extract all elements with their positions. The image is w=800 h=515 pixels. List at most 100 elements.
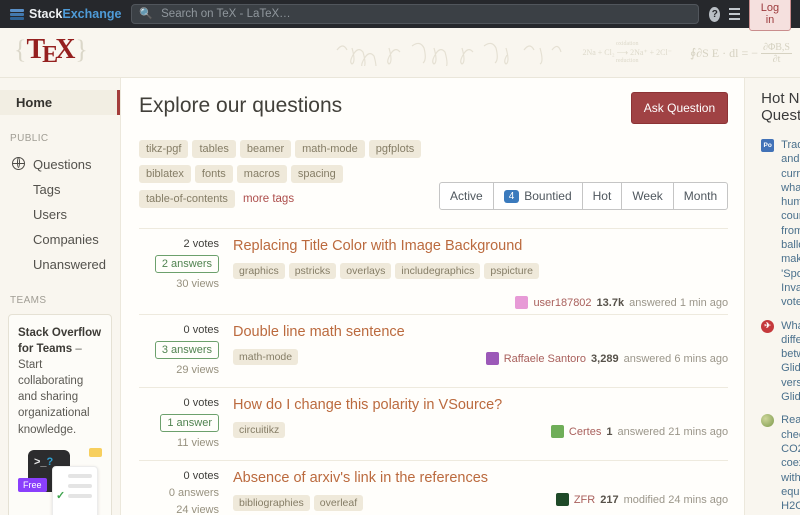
reputation: 13.7k [597,297,625,309]
site-switcher-icon[interactable] [729,8,740,21]
login-button[interactable]: Log in [749,0,791,31]
teams-card-body: – Start collaborating and sharing organi… [18,343,90,435]
question-tag[interactable]: overlays [340,263,391,279]
teams-illustration: >_? Free ✓ [18,448,102,515]
answer-count: 1 answer [160,414,219,432]
answer-count: 0 answers [169,487,219,499]
tag-filter-cloud: tikz-pgftables beamermath-modepgfplots bib… [139,139,439,214]
help-icon[interactable]: ? [709,7,720,22]
left-navigation: Home PUBLIC Questions Tags Users Compani… [0,78,120,515]
activity-time: modified 24 mins ago [624,494,729,506]
vote-count: 0 votes [184,397,219,409]
globe-icon [12,157,25,170]
more-tags-link[interactable]: more tags [243,193,294,205]
view-count: 30 views [176,278,219,290]
question-tag[interactable]: pspicture [484,263,539,279]
checklist-card-icon: ✓ [52,466,98,515]
hot-network-questions: Hot Network Questions PoTraditionally, a… [745,78,800,515]
sidebar-item-home[interactable]: Home [0,90,120,115]
sidebar-item-questions[interactable]: Questions [0,152,120,177]
answer-count: 2 answers [155,255,219,273]
politics-site-icon: Po [761,139,774,152]
avatar[interactable] [551,425,564,438]
user-link[interactable]: user187802 [533,297,591,309]
top-bar: StackExchange 🔍 ? Log in Sign up [0,0,800,28]
activity-time: answered 1 min ago [629,297,728,309]
stackexchange-logo[interactable]: StackExchange [10,7,121,21]
activity-time: answered 6 mins ago [624,353,729,365]
main-content: Explore our questions Ask Question tikz-… [120,78,745,515]
avatar[interactable] [515,296,528,309]
tab-bountied[interactable]: 4Bountied [493,183,582,209]
question-row: 0 votes 1 answer 11 views How do I chang… [139,387,728,460]
activity-time: answered 21 mins ago [617,426,728,438]
logo-stack: Stack [29,7,62,21]
stackexchange-stack-icon [10,9,24,20]
free-tag: Free [18,478,47,492]
question-tag[interactable]: circuitikz [233,422,285,438]
question-title-link[interactable]: Replacing Title Color with Image Backgro… [233,238,728,254]
worldbuilding-site-icon [761,414,774,427]
reputation: 1 [606,426,612,438]
answer-count: 3 answers [155,341,219,359]
page-title: Explore our questions [139,94,342,118]
question-tag[interactable]: math-mode [233,349,298,365]
teams-section-label: TEAMS [10,295,120,306]
tab-hot[interactable]: Hot [582,183,622,209]
vote-count: 2 votes [184,238,219,250]
hot-network-title: Hot Network Questions [761,90,800,124]
tex-site-logo[interactable]: {TEX} [14,34,88,66]
hot-question-link[interactable]: Reality check: Polar CO2 lakes coexistin… [761,413,800,513]
question-row: 0 votes 3 answers 29 views Double line m… [139,314,728,387]
tag-filter[interactable]: tikz-pgf [139,140,188,158]
avatar[interactable] [556,493,569,506]
tag-filter[interactable]: math-mode [295,140,365,158]
question-tag[interactable]: graphics [233,263,285,279]
public-section-label: PUBLIC [10,133,120,144]
header-equations-decoration: oxidation 2Na + Cl₂ ⟶ 2Na⁺ + 2Cl⁻ reduct… [334,40,792,66]
question-list: 2 votes 2 answers 30 views Replacing Tit… [139,228,728,515]
bountied-count-badge: 4 [504,190,520,203]
vote-count: 0 votes [184,470,219,482]
chat-bubble-icon [89,448,102,457]
search-bar[interactable]: 🔍 [131,4,699,24]
aviation-site-icon: ✈ [761,320,774,333]
tab-week[interactable]: Week [621,183,672,209]
question-tag[interactable]: bibliographies [233,495,310,511]
tab-active[interactable]: Active [440,183,493,209]
user-link[interactable]: Certes [569,426,601,438]
user-link[interactable]: Raffaele Santoro [504,353,586,365]
user-link[interactable]: ZFR [574,494,595,506]
question-row: 2 votes 2 answers 30 views Replacing Tit… [139,228,728,314]
sidebar-item-unanswered[interactable]: Unanswered [0,252,120,277]
tab-month[interactable]: Month [673,183,727,209]
sidebar-item-companies[interactable]: Companies [0,227,120,252]
ask-question-button[interactable]: Ask Question [631,92,728,124]
tag-filter[interactable]: macros [237,165,287,183]
avatar[interactable] [486,352,499,365]
tag-filter[interactable]: pgfplots [369,140,422,158]
view-count: 24 views [176,504,219,515]
reputation: 217 [600,494,618,506]
question-title-link[interactable]: Absence of arxiv's link in the reference… [233,470,728,486]
sidebar-item-tags[interactable]: Tags [0,177,120,202]
hot-question-link[interactable]: PoTraditionally, and currently, what sto… [761,138,800,310]
hot-question-link[interactable]: ✈What is the difference between Glidepat… [761,319,800,405]
logo-exchange: Exchange [62,7,121,21]
search-input[interactable] [159,7,691,21]
tag-filter[interactable]: spacing [291,165,343,183]
question-title-link[interactable]: How do I change this polarity in VSource… [233,397,728,413]
tag-filter[interactable]: beamer [240,140,291,158]
question-tag[interactable]: includegraphics [395,263,480,279]
question-title-link[interactable]: Double line math sentence [233,324,728,340]
site-header: {TEX} oxidation 2Na + Cl₂ ⟶ 2Na⁺ + 2Cl⁻ … [0,28,800,78]
tag-filter[interactable]: tables [192,140,235,158]
view-count: 29 views [176,364,219,376]
question-tag[interactable]: overleaf [314,495,363,511]
tag-filter[interactable]: fonts [195,165,233,183]
sidebar-item-users[interactable]: Users [0,202,120,227]
vote-count: 0 votes [184,324,219,336]
tag-filter[interactable]: biblatex [139,165,191,183]
tag-filter[interactable]: table-of-contents [139,190,235,208]
question-tag[interactable]: pstricks [289,263,337,279]
